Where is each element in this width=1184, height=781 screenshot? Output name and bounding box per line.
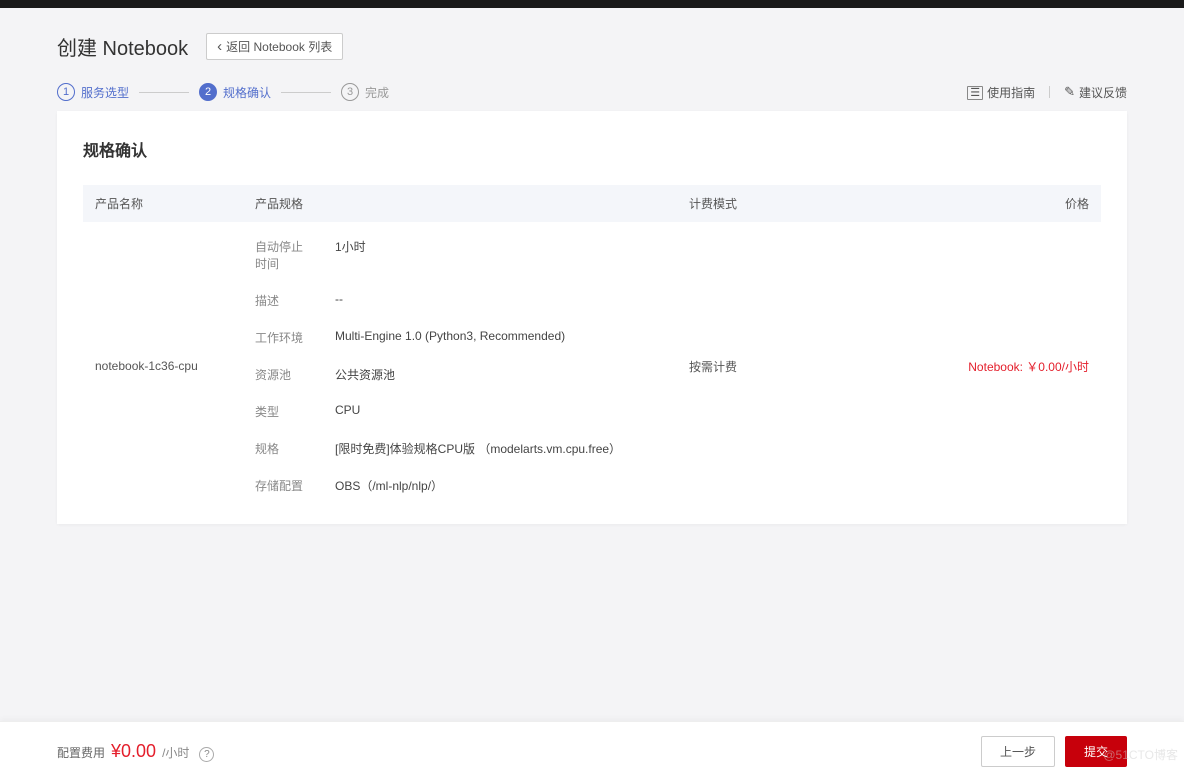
th-billing: 计费模式 xyxy=(689,195,939,212)
cost-label: 配置费用 xyxy=(57,744,105,761)
page: 创建 Notebook 返回 Notebook 列表 1 服务选型 2 规格确认 xyxy=(0,8,1184,728)
steps-row: 1 服务选型 2 规格确认 3 完成 使用指南 xyxy=(57,83,1127,101)
product-name: notebook-1c36-cpu xyxy=(95,359,255,373)
prev-button[interactable]: 上一步 xyxy=(981,736,1055,767)
step-num-3: 3 xyxy=(341,83,359,101)
step-spec-confirm[interactable]: 2 规格确认 xyxy=(199,83,271,101)
step-service-select[interactable]: 1 服务选型 xyxy=(57,83,129,101)
progress-steps: 1 服务选型 2 规格确认 3 完成 xyxy=(57,83,389,101)
price: Notebook: ￥0.00/小时 xyxy=(939,358,1089,375)
spec-table: 产品名称 产品规格 计费模式 价格 notebook-1c36-cpu 自动停止… xyxy=(83,185,1101,494)
back-button[interactable]: 返回 Notebook 列表 xyxy=(206,33,343,60)
chevron-left-icon xyxy=(217,39,222,54)
doc-icon xyxy=(967,85,983,99)
guide-link[interactable]: 使用指南 xyxy=(967,84,1035,101)
step-label-1: 服务选型 xyxy=(81,84,129,101)
section-title: 规格确认 xyxy=(83,137,1101,161)
guide-label: 使用指南 xyxy=(987,84,1035,101)
step-line xyxy=(139,92,189,93)
footer-actions: 上一步 提交 xyxy=(981,736,1127,767)
page-title: 创建 Notebook xyxy=(57,32,188,61)
edit-icon xyxy=(1064,84,1075,100)
spec-block: 自动停止时间 1小时 描述 -- 工作环境 Multi-Engine 1.0 (… xyxy=(255,238,689,494)
step-label-2: 规格确认 xyxy=(223,84,271,101)
spec-flavor: 规格 [限时免费]体验规格CPU版 （modelarts.vm.cpu.free… xyxy=(255,440,689,457)
step-num-2: 2 xyxy=(199,83,217,101)
th-spec: 产品规格 xyxy=(255,195,689,212)
spec-desc: 描述 -- xyxy=(255,292,689,309)
spec-auto-stop: 自动停止时间 1小时 xyxy=(255,238,689,272)
top-bar xyxy=(0,0,1184,8)
step-line xyxy=(281,92,331,93)
cost-block: 配置费用 ¥0.00 /小时 ? xyxy=(57,741,214,762)
help-icon[interactable]: ? xyxy=(199,747,214,762)
cost-unit: /小时 xyxy=(162,744,189,761)
feedback-label: 建议反馈 xyxy=(1079,84,1127,101)
header-links: 使用指南 建议反馈 xyxy=(967,84,1127,101)
th-name: 产品名称 xyxy=(95,195,255,212)
spec-type: 类型 CPU xyxy=(255,403,689,420)
footer-bar: 配置费用 ¥0.00 /小时 ? 上一步 提交 xyxy=(0,721,1184,781)
page-header: 创建 Notebook 返回 Notebook 列表 xyxy=(57,32,1127,61)
billing-mode: 按需计费 xyxy=(689,358,939,375)
spec-storage: 存储配置 OBS（/ml-nlp/nlp/） xyxy=(255,477,689,494)
spec-env: 工作环境 Multi-Engine 1.0 (Python3, Recommen… xyxy=(255,329,689,346)
back-button-label: 返回 Notebook 列表 xyxy=(226,38,332,55)
cost-amount: ¥0.00 xyxy=(111,741,156,762)
step-finish[interactable]: 3 完成 xyxy=(341,83,389,101)
spec-pool: 资源池 公共资源池 xyxy=(255,366,689,383)
spec-card: 规格确认 产品名称 产品规格 计费模式 价格 notebook-1c36-cpu… xyxy=(57,111,1127,524)
th-price: 价格 xyxy=(939,195,1089,212)
divider xyxy=(1049,86,1050,98)
feedback-link[interactable]: 建议反馈 xyxy=(1064,84,1127,101)
step-label-3: 完成 xyxy=(365,84,389,101)
table-row: notebook-1c36-cpu 自动停止时间 1小时 描述 -- xyxy=(83,222,1101,494)
table-header: 产品名称 产品规格 计费模式 价格 xyxy=(83,185,1101,222)
submit-button[interactable]: 提交 xyxy=(1065,736,1127,767)
step-num-1: 1 xyxy=(57,83,75,101)
